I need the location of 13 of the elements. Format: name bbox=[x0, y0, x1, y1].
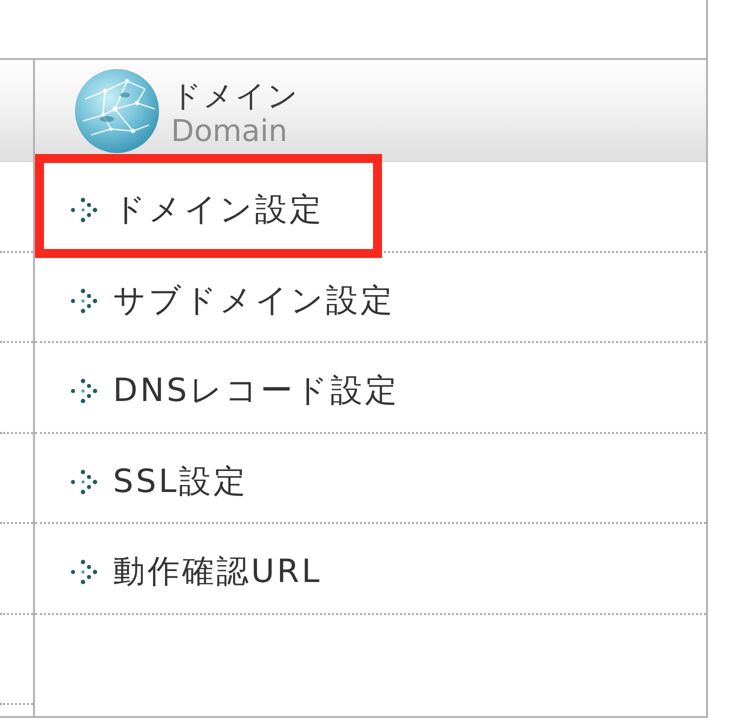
section-subtitle: Domain bbox=[171, 114, 288, 148]
dotted-arrow-icon bbox=[70, 468, 98, 495]
menu-link[interactable]: 動作確認URL bbox=[70, 550, 322, 594]
section-title: ドメイン bbox=[171, 78, 299, 114]
dotted-arrow-icon bbox=[70, 197, 98, 224]
dotted-arrow-icon bbox=[70, 559, 98, 586]
menu-link[interactable]: DNSレコード設定 bbox=[70, 369, 400, 414]
dotted-arrow-icon bbox=[70, 378, 98, 404]
dotted-arrow-icon bbox=[70, 288, 98, 314]
menu-link[interactable]: ドメイン設定 bbox=[70, 188, 324, 232]
menu-link[interactable]: SSL設定 bbox=[70, 460, 248, 504]
menu-link[interactable]: サブドメイン設定 bbox=[70, 278, 395, 323]
globe-icon bbox=[75, 68, 159, 152]
